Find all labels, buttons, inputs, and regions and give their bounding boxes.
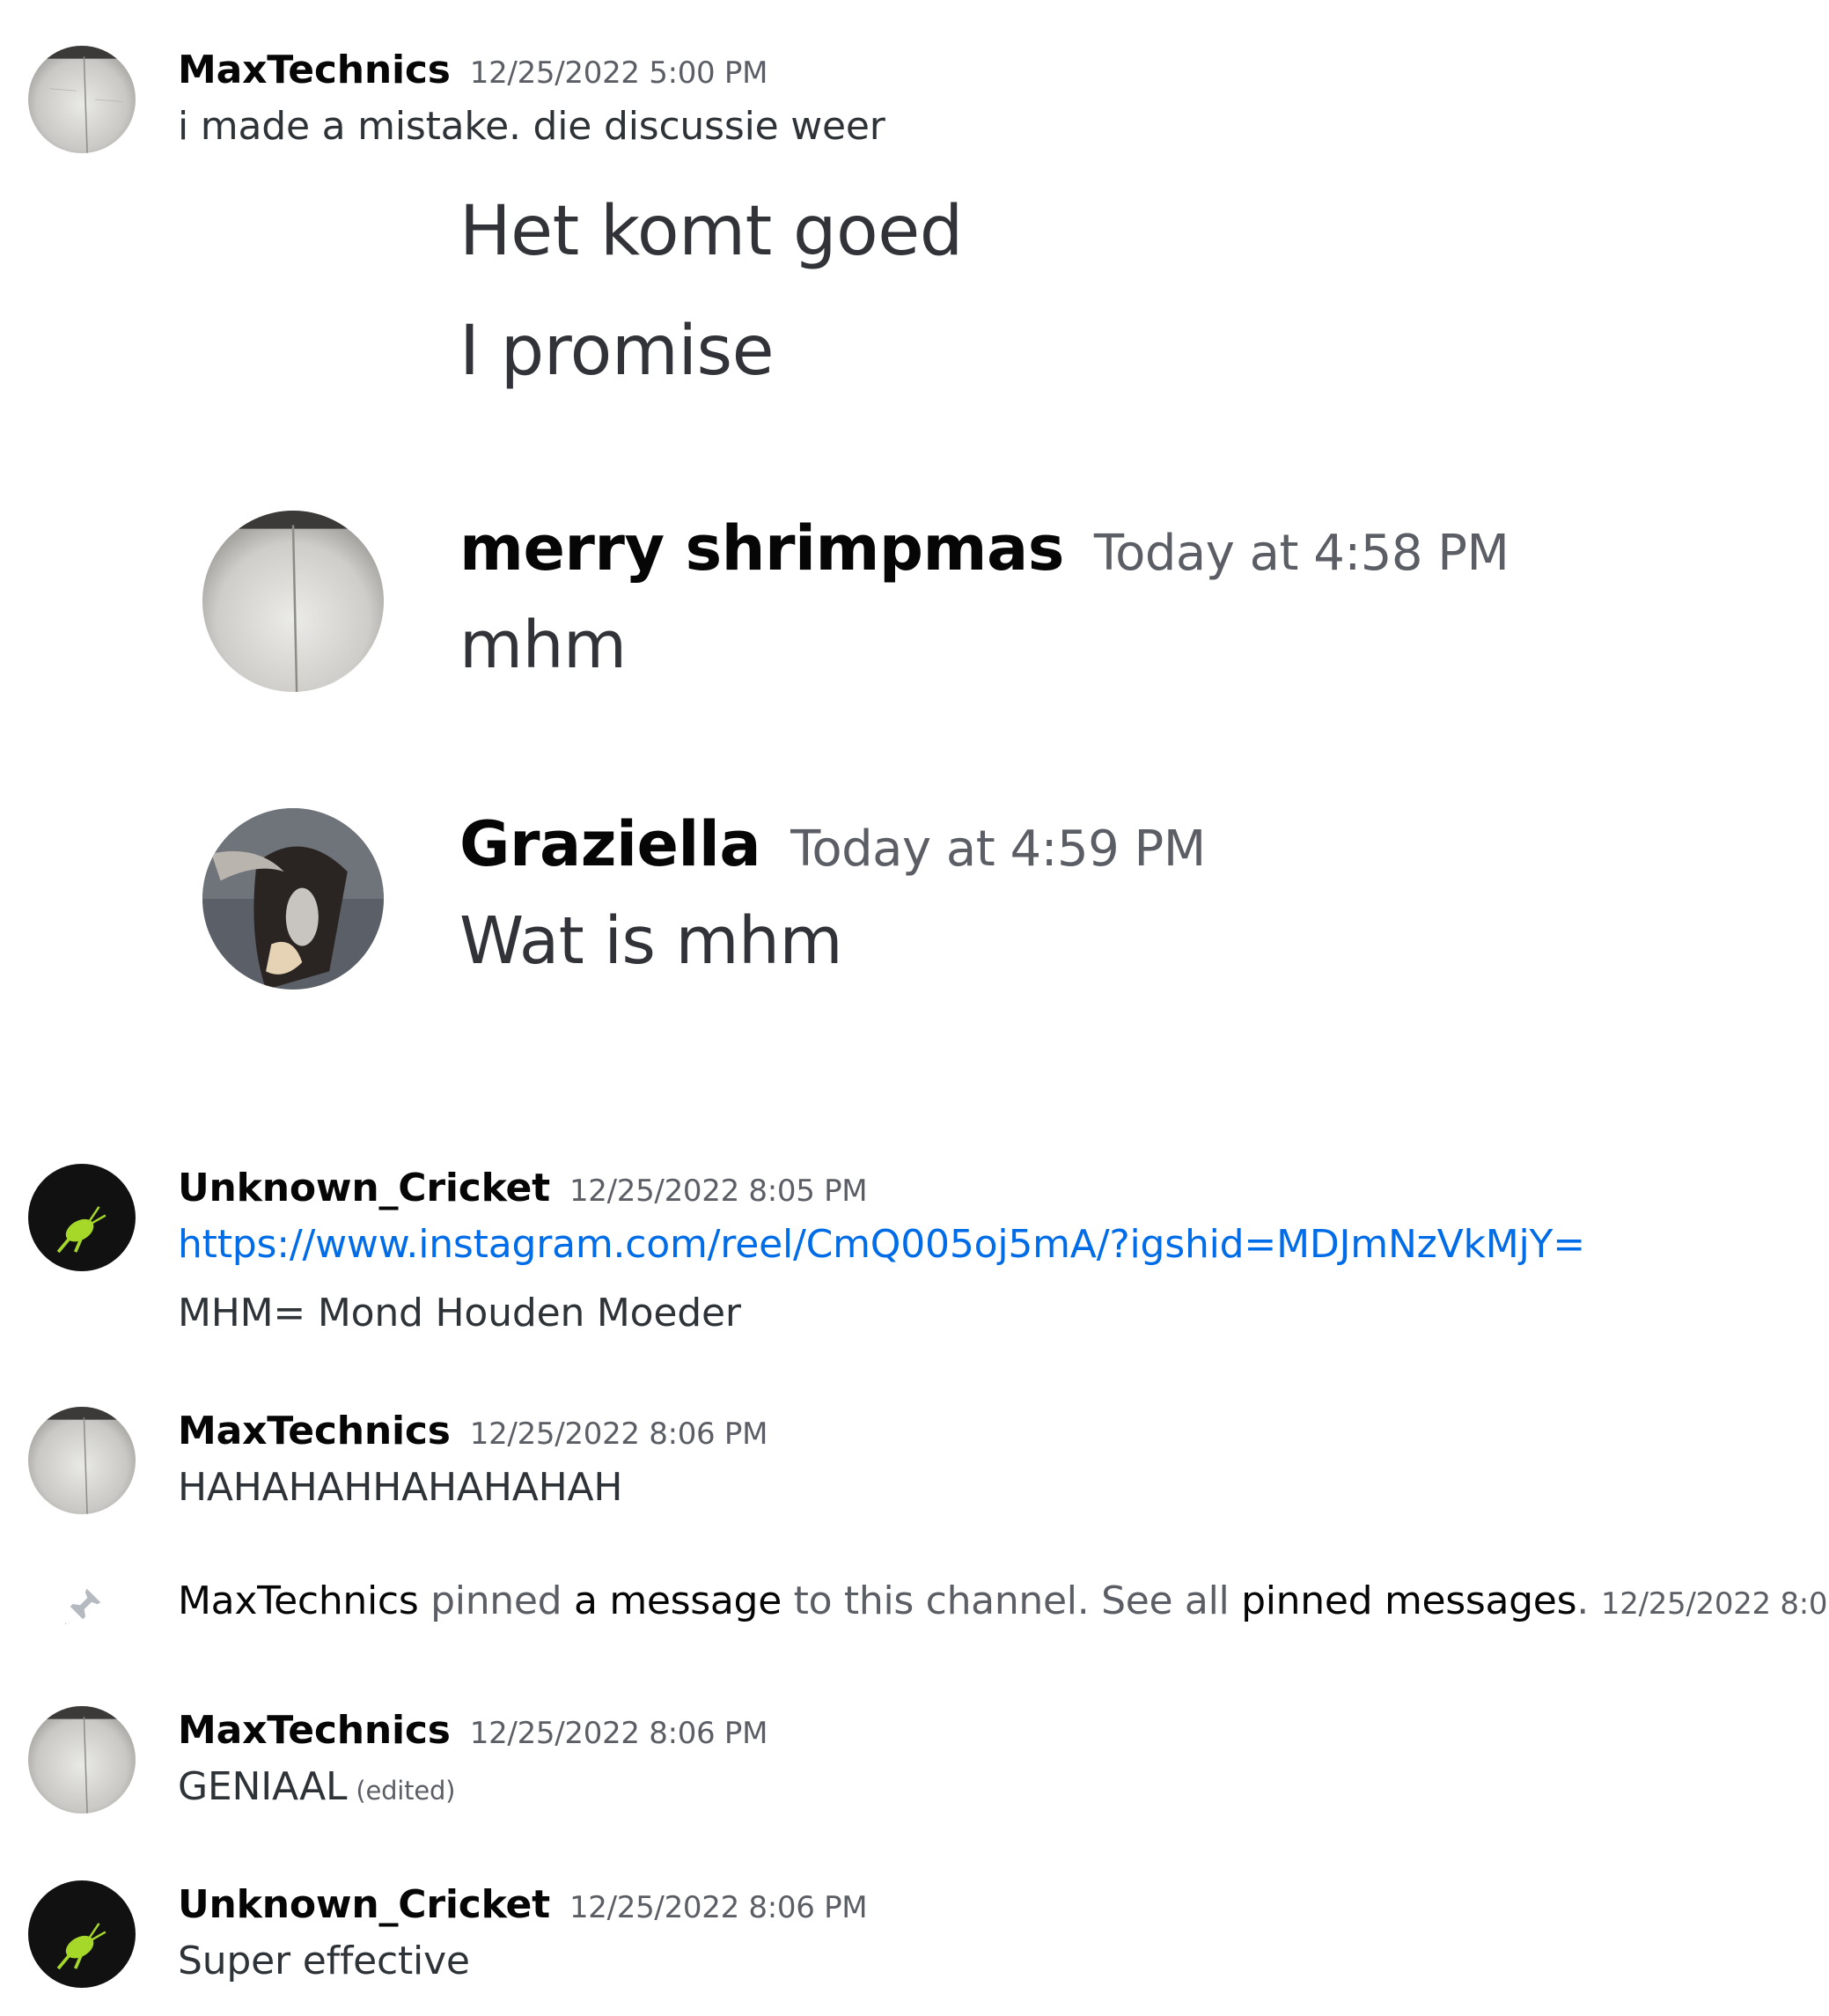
timestamp[interactable]: 12/25/2022 8:06 PM (1601, 1586, 1829, 1622)
system-end: . (1576, 1578, 1589, 1623)
cricket-icon (28, 1880, 136, 1988)
avatar-maxtechnics-image (28, 46, 136, 153)
pin-icon (58, 1584, 106, 1631)
avatar[interactable] (28, 1407, 136, 1514)
timestamp[interactable]: 12/25/2022 8:05 PM (569, 1174, 868, 1209)
system-middle: to this channel. See all (781, 1578, 1242, 1623)
cricket-icon (28, 1164, 136, 1271)
embed-message-text: Wat is mhm (459, 903, 843, 979)
avatar-maxtechnics-image (28, 1706, 136, 1814)
username[interactable]: MaxTechnics (178, 48, 451, 92)
system-message-text: MaxTechnics pinned a message to this cha… (178, 1582, 1829, 1621)
pinned-messages-link[interactable]: pinned messages (1241, 1578, 1576, 1623)
pinned-message-link[interactable]: a message (574, 1578, 782, 1623)
embed-timestamp: Today at 4:59 PM (790, 820, 1206, 878)
system-actor[interactable]: MaxTechnics (178, 1578, 419, 1623)
avatar[interactable] (28, 1880, 136, 1988)
avatar[interactable] (28, 1706, 136, 1814)
message-text: GENIAAL (178, 1764, 348, 1809)
embed-line-1: Het komt goed (459, 192, 963, 271)
timestamp[interactable]: 12/25/2022 5:00 PM (470, 55, 768, 91)
embed-username: merry shrimpmas (459, 512, 1064, 585)
embed-line-2: I promise (459, 312, 775, 391)
embed-avatar-graziella (202, 808, 384, 990)
avatar[interactable] (28, 46, 136, 153)
avatar-maxtechnics-image (28, 1407, 136, 1514)
image-attachment[interactable]: Het komt goed I promise merry shrimpmas T… (176, 176, 1509, 1056)
message-text: HAHAHAHHAHAHAHAH (178, 1465, 623, 1510)
system-verb: pinned (418, 1578, 574, 1623)
message-text: i made a mistake. die discussie weer (178, 104, 885, 149)
embed-message-text: mhm (459, 607, 627, 683)
message-text: Super effective (178, 1939, 470, 1983)
username[interactable]: Unknown_Cricket (178, 1882, 550, 1927)
embed-avatar-merry-shrimpmas (202, 511, 384, 692)
edited-label: (edited) (356, 1776, 456, 1806)
timestamp[interactable]: 12/25/2022 8:06 PM (470, 1716, 768, 1751)
timestamp[interactable]: 12/25/2022 8:06 PM (470, 1416, 768, 1452)
username[interactable]: Unknown_Cricket (178, 1166, 550, 1210)
instagram-link[interactable]: https://www.instagram.com/reel/CmQ005oj5… (178, 1225, 1585, 1264)
username[interactable]: MaxTechnics (178, 1409, 451, 1453)
timestamp[interactable]: 12/25/2022 8:06 PM (569, 1890, 868, 1925)
username[interactable]: MaxTechnics (178, 1708, 451, 1753)
embed-timestamp: Today at 4:58 PM (1093, 525, 1509, 582)
avatar[interactable] (28, 1164, 136, 1271)
message-text: MHM= Mond Houden Moeder (178, 1291, 741, 1335)
embed-username: Graziella (459, 808, 761, 880)
